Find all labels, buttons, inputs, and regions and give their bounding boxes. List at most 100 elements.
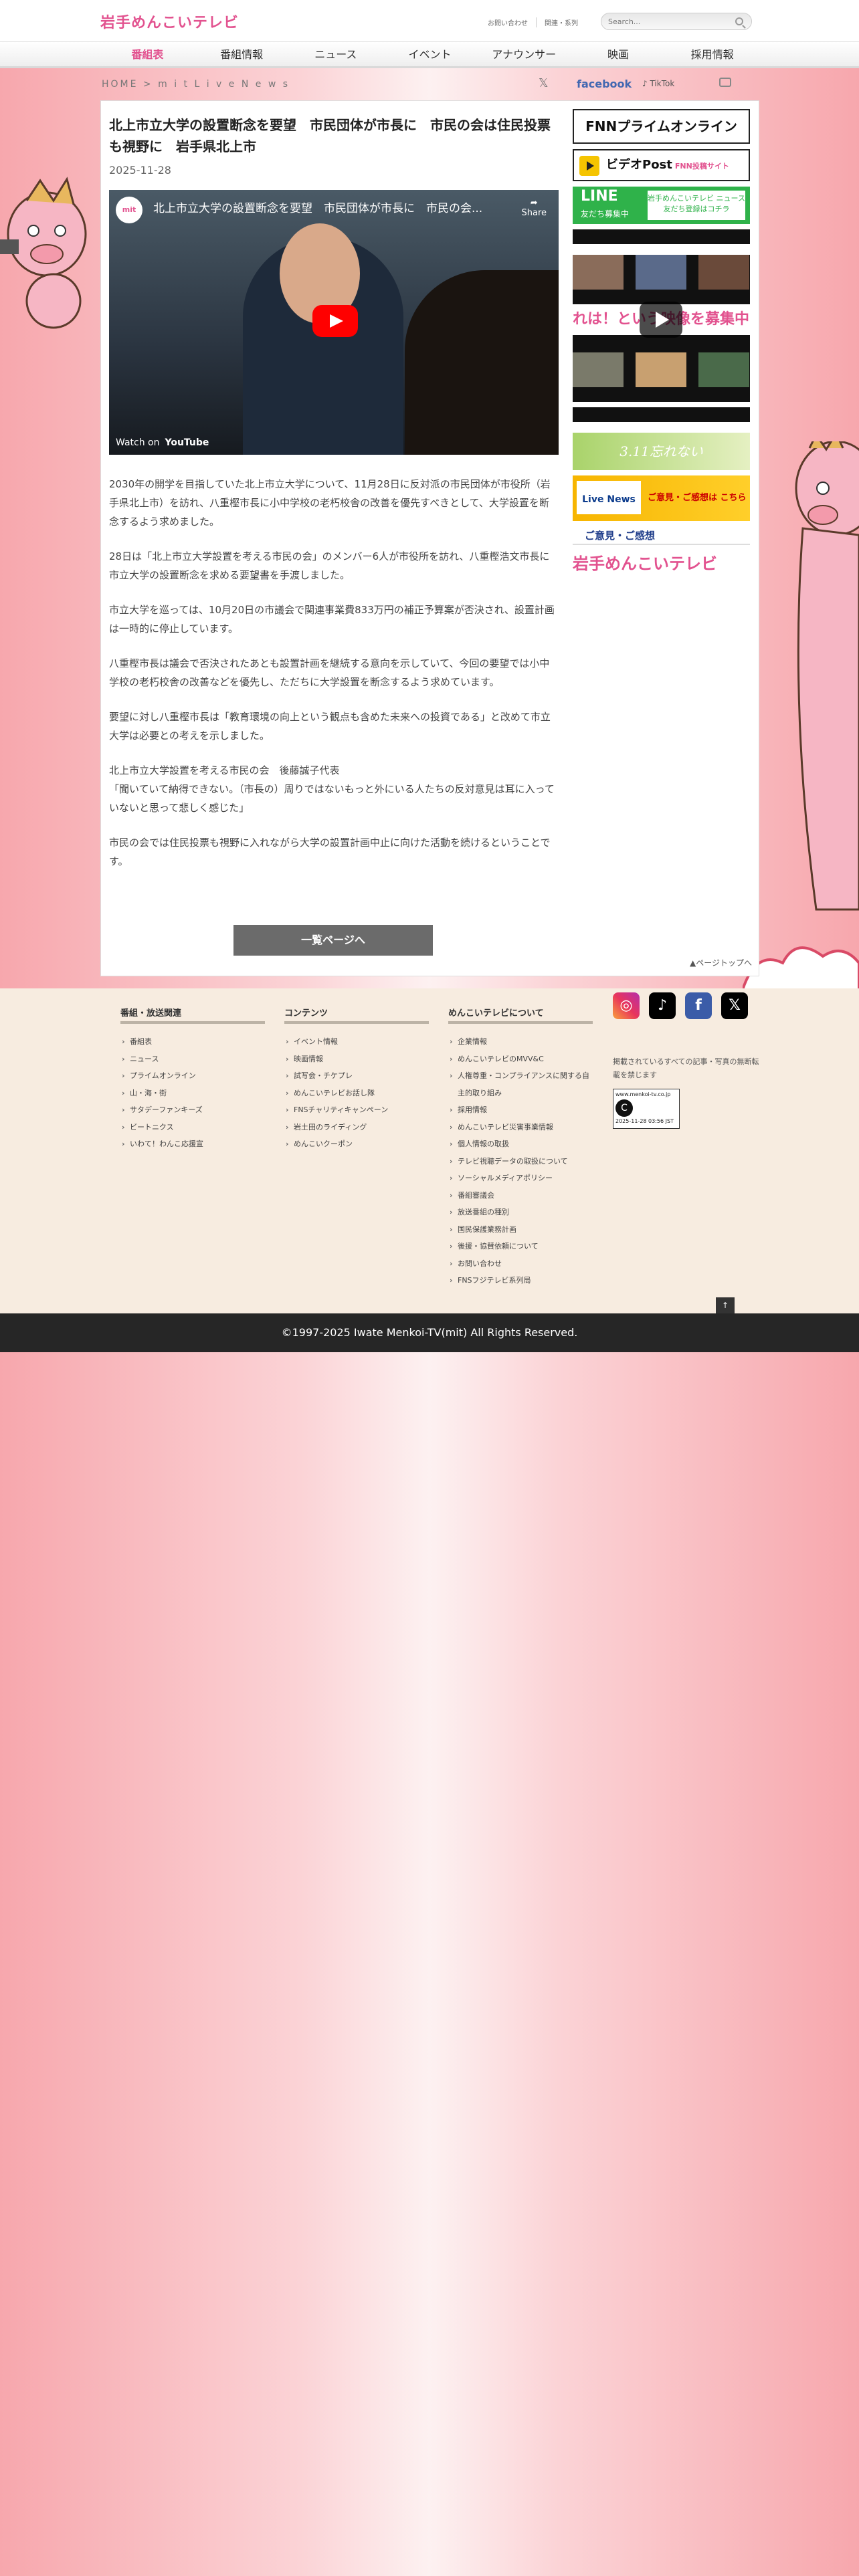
footer-link[interactable]: テレビ視聴データの取扱について [448, 1153, 593, 1170]
live-news-banner[interactable]: Live News ご意見・ご感想は こちら [573, 475, 750, 521]
footer-link[interactable]: 岩土田のライディング [284, 1119, 429, 1136]
footer-link[interactable]: めんこいテレビのMVV&C [448, 1051, 593, 1068]
mascot-right-illustration [795, 441, 859, 911]
play-button[interactable] [312, 305, 358, 337]
article-paragraph: 八重樫市長は議会で否決されたあとも設置計画を継続する意向を示していて、今回の要望… [109, 657, 550, 688]
article-paragraph: 2030年の開学を目指していた北上市立大学について、11月28日に反対派の市民団… [109, 478, 551, 528]
tiktok-share-link[interactable]: ♪ TikTok [642, 79, 674, 88]
footer-link[interactable]: 人権尊重・コンプライアンスに関する自主的取り組み [448, 1067, 593, 1101]
facebook-icon[interactable]: f [685, 992, 712, 1019]
footer-link[interactable]: FNSフジテレビ系列局 [448, 1272, 593, 1289]
copyright-circle-icon: C [615, 1099, 633, 1117]
watch-on-youtube-link[interactable]: Watch on YouTube [116, 437, 209, 448]
nav-item-schedule[interactable]: 番組表 [100, 42, 195, 69]
thumb [636, 255, 686, 290]
nav-item-news[interactable]: ニュース [288, 42, 383, 69]
search-input[interactable] [608, 13, 729, 29]
line-share-icon[interactable] [719, 78, 731, 87]
thumb [573, 255, 624, 290]
search-icon[interactable] [735, 17, 743, 25]
main-content: 北上市立大学の設置断念を要望 市民団体が市長に 市民の会は住民投票も視野に 岩手… [100, 100, 759, 976]
tiktok-icon[interactable]: ♪ [649, 992, 676, 1019]
nav-item-events[interactable]: イベント [383, 42, 477, 69]
top-header: 岩手めんこいテレビ お問い合わせ 関連・系列 [0, 0, 859, 41]
copyright-notice: 掲載されているすべての記事・写真の無断転載を禁じます [613, 1057, 759, 1079]
footer-col-title: コンテンツ [284, 1006, 429, 1024]
footer-link[interactable]: イベント情報 [284, 1033, 429, 1051]
black-divider [573, 229, 750, 244]
footer-col-broadcast: 番組・放送関連 番組表 ニュース プライムオンライン 山・海・街 サタデーファン… [120, 1006, 265, 1153]
video-thumbnail-shoulder [405, 270, 559, 455]
footer-link[interactable]: ソーシャルメディアポリシー [448, 1170, 593, 1187]
watch-on-label: Watch on [116, 437, 160, 448]
footer-link[interactable]: 試写会・チケプレ [284, 1067, 429, 1085]
opinion-link[interactable]: ご意見・ご感想 [573, 526, 750, 545]
thumb [573, 352, 624, 387]
line-friends-banner[interactable]: LINE 友だち募集中 岩手めんこいテレビ ニュース 友だち登録はコチラ [573, 187, 750, 224]
breadcrumb[interactable]: HOME > m i t L i v e N e w s [102, 79, 290, 90]
article: 北上市立大学の設置断念を要望 市民団体が市長に 市民の会は住民投票も視野に 岩手… [109, 114, 559, 871]
nav-item-programs[interactable]: 番組情報 [195, 42, 289, 69]
back-to-list-button[interactable]: 一覧ページへ [233, 925, 433, 956]
article-paragraph: 28日は「北上市立大学設置を考える市民の会」のメンバー6人が市役所を訪れ、八重樫… [109, 550, 550, 581]
footer-col-about: めんこいテレビについて 企業情報 めんこいテレビのMVV&C 人権尊重・コンプラ… [448, 1006, 593, 1289]
footer-link[interactable]: めんこいテレビ災害事業情報 [448, 1119, 593, 1136]
x-share-icon[interactable]: 𝕏 [539, 76, 549, 90]
mascot-left-illustration [0, 177, 87, 329]
footer-link[interactable]: 個人情報の取扱 [448, 1136, 593, 1153]
footer-link[interactable]: ビートニクス [120, 1119, 265, 1136]
nav-item-movies[interactable]: 映画 [571, 42, 666, 69]
footer-link[interactable]: お問い合わせ [448, 1255, 593, 1273]
footer-link[interactable]: サタデーファンキーズ [120, 1101, 265, 1119]
footer-link[interactable]: めんこいクーポン [284, 1136, 429, 1153]
footer-link[interactable]: ニュース [120, 1051, 265, 1068]
footer-link[interactable]: 後援・協賛依頼について [448, 1238, 593, 1255]
menkoi-tv-banner[interactable]: 岩手めんこいテレビ [573, 550, 750, 577]
sub-header: HOME > m i t L i v e N e w s 𝕏 facebook … [100, 74, 759, 95]
footer-col-title: めんこいテレビについて [448, 1006, 593, 1024]
videopost-sub: FNN投稿サイト [674, 162, 729, 171]
footer-link[interactable]: プライムオンライン [120, 1067, 265, 1085]
fnn-prime-banner[interactable]: FNNプライムオンライン [573, 109, 750, 144]
line-sub: 友だち募集中 [581, 209, 630, 219]
black-divider [573, 407, 750, 422]
site-logo[interactable]: 岩手めんこいテレビ [100, 11, 239, 32]
page-top-link[interactable]: ▲ページトップへ [690, 957, 752, 968]
back-to-top-button[interactable]: ↑ [716, 1297, 735, 1313]
instagram-icon[interactable]: ◎ [613, 992, 640, 1019]
copyright-bar: ©1997-2025 Iwate Menkoi-TV(mit) All Righ… [0, 1313, 859, 1352]
video-share-button[interactable]: ➦ Share [521, 198, 547, 218]
footer-link[interactable]: 山・海・街 [120, 1085, 265, 1102]
footer-link[interactable]: 採用情報 [448, 1101, 593, 1119]
footer-link[interactable]: 国民保護業務計画 [448, 1221, 593, 1239]
311-banner[interactable]: 3.11忘れない [573, 433, 750, 470]
search-box [601, 13, 752, 30]
youtube-logo: YouTube [165, 437, 209, 448]
video-submission-banner[interactable]: れは！という映像を募集中 [573, 255, 750, 402]
video-share-label: Share [521, 208, 547, 218]
video-title[interactable]: 北上市立大学の設置断念を要望 市民団体が市長に 市民の会... [118, 197, 505, 221]
videopost-banner[interactable]: ビデオPost FNN投稿サイト [573, 149, 750, 181]
thumb [698, 352, 749, 387]
youtube-video-player[interactable]: mit 北上市立大学の設置断念を要望 市民団体が市長に 市民の会... ➦ Sh… [109, 190, 559, 455]
affiliate-link[interactable]: 関連・系列 [536, 17, 586, 27]
footer: 番組・放送関連 番組表 ニュース プライムオンライン 山・海・街 サタデーファン… [0, 988, 859, 1313]
x-icon[interactable]: 𝕏 [721, 992, 748, 1019]
footer-link[interactable]: FNSチャリティキャンペーン [284, 1101, 429, 1119]
decorative-clouds [743, 946, 859, 990]
footer-link[interactable]: 番組表 [120, 1033, 265, 1051]
footer-link[interactable]: 映画情報 [284, 1051, 429, 1068]
footer-link[interactable]: 放送番組の種別 [448, 1204, 593, 1221]
footer-link[interactable]: めんこいテレビお話し隊 [284, 1085, 429, 1102]
facebook-share-link[interactable]: facebook [577, 78, 632, 90]
contact-link[interactable]: お問い合わせ [480, 17, 536, 27]
stamp-date: 2025-11-28 03:56 JST [615, 1118, 674, 1124]
article-paragraph: 要望に対し八重樫市長は「教育環境の向上という観点も含めた未来への投資である」と改… [109, 711, 551, 742]
footer-link[interactable]: 番組審議会 [448, 1187, 593, 1204]
live-news-label: Live News [577, 481, 641, 514]
footer-link[interactable]: 企業情報 [448, 1033, 593, 1051]
nav-item-recruit[interactable]: 採用情報 [665, 42, 759, 69]
footer-col-title: 番組・放送関連 [120, 1006, 265, 1024]
nav-item-announcers[interactable]: アナウンサー [477, 42, 571, 69]
footer-link[interactable]: いわて！わんこ応援宣 [120, 1136, 265, 1153]
